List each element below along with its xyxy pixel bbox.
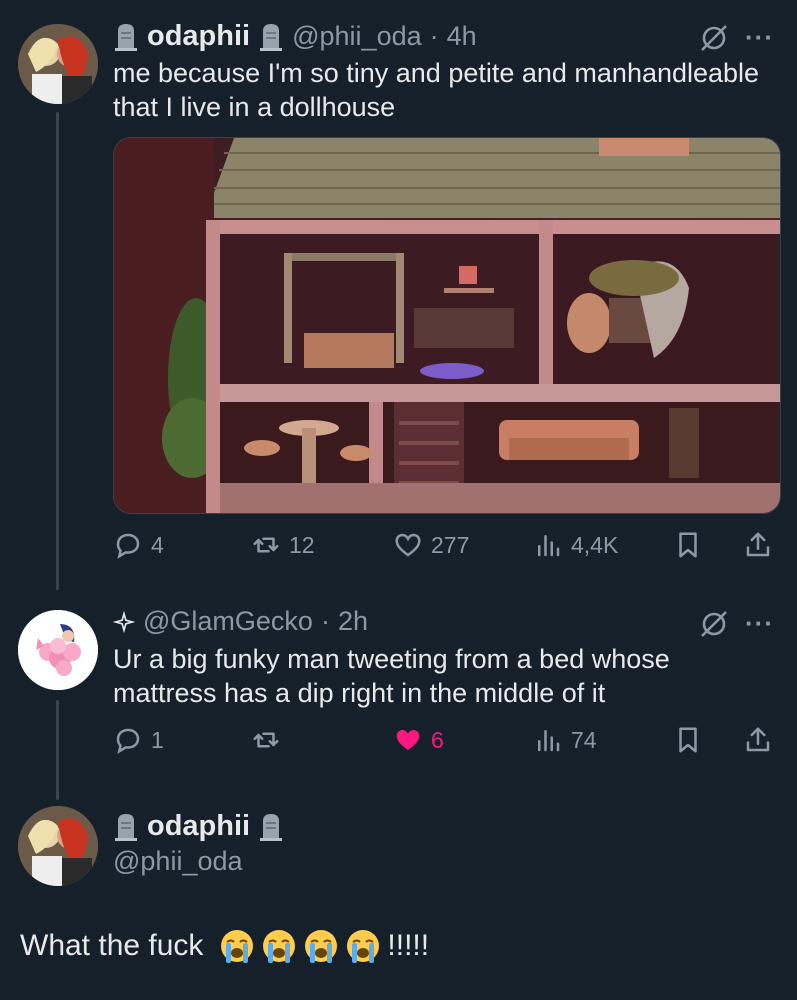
views-count: 4,4K [571, 531, 619, 558]
grok-icon[interactable] [698, 608, 730, 640]
reply-button[interactable]: 4 [113, 525, 164, 565]
share-icon [746, 532, 770, 557]
views-button[interactable]: 4,4K [533, 525, 618, 565]
tombstone-icon [115, 23, 137, 51]
avatar[interactable] [18, 610, 98, 690]
share-button[interactable] [743, 720, 773, 760]
timestamp[interactable]: 4h [447, 21, 477, 52]
separator: · [320, 606, 330, 636]
display-name[interactable]: odaphii [147, 20, 250, 53]
repost-icon [253, 732, 279, 748]
tombstone-icon [115, 813, 137, 841]
separator: · [429, 21, 439, 51]
dollhouse-image [114, 138, 780, 513]
loudly-crying-face-emoji [347, 930, 380, 963]
tweet-media[interactable] [113, 137, 781, 514]
handle[interactable]: @phii_oda [113, 846, 243, 877]
thread-line [56, 700, 59, 800]
views-icon [538, 535, 560, 557]
repost-button[interactable] [251, 720, 289, 760]
tombstone-icon [260, 23, 283, 51]
share-button[interactable] [743, 525, 773, 565]
tweet-text-line: Ur a big funky man tweeting from a bed w… [113, 644, 670, 674]
reply-button[interactable]: 1 [113, 720, 164, 760]
like-button[interactable]: 277 [393, 525, 469, 565]
tweet-text-body: What the fuck [20, 929, 204, 962]
reply-icon [116, 533, 140, 559]
bookmark-button[interactable] [673, 720, 703, 760]
display-name[interactable]: odaphii [147, 810, 250, 843]
like-button[interactable]: 6 [393, 720, 444, 760]
reply-count: 4 [151, 531, 164, 558]
tweet-text-line: me because I'm so tiny and petite and ma… [113, 58, 760, 88]
tweet-header: odaphii @phii_oda · 4h [113, 20, 477, 53]
avatar-image [18, 24, 98, 104]
heart-icon [396, 730, 420, 750]
tombstone-icon [260, 813, 283, 841]
bookmark-icon [679, 727, 697, 753]
sparkle-icon [113, 610, 135, 633]
tweet-header: odaphii [113, 810, 284, 843]
tweet-text-line: mattress has a dip right in the middle o… [113, 678, 606, 708]
tweet-text-suffix: !!!!! [387, 929, 430, 962]
tweet-text: What the fuck !!!!! [20, 928, 429, 964]
heart-icon [395, 533, 421, 557]
loudly-crying-face-emoji [221, 930, 254, 963]
avatar-image [18, 806, 98, 886]
loudly-crying-face-emoji [305, 930, 338, 963]
tweet-text-line: that I live in a dollhouse [113, 92, 396, 122]
tweet-text: me because I'm so tiny and petite and ma… [113, 56, 759, 124]
bookmark-icon [679, 532, 697, 558]
views-button[interactable]: 74 [533, 720, 597, 760]
repost-button[interactable]: 12 [251, 525, 315, 565]
handle-row: @phii_oda [113, 846, 243, 877]
loudly-crying-face-emoji [263, 930, 296, 963]
more-icon[interactable]: ··· [745, 22, 774, 53]
views-icon [538, 730, 560, 752]
like-count: 277 [431, 531, 470, 558]
repost-icon [253, 537, 279, 553]
tweet-header: @GlamGecko · 2h [113, 606, 368, 637]
views-count: 74 [571, 726, 597, 753]
tweet-actions: 4 12 277 4,4K [113, 525, 777, 565]
reply-icon [116, 728, 140, 754]
grok-icon[interactable] [698, 22, 730, 54]
avatar[interactable] [18, 24, 98, 104]
tweet-actions: 1 6 74 [113, 720, 777, 760]
reply-count: 1 [151, 726, 164, 753]
more-icon[interactable]: ··· [745, 608, 774, 639]
like-count: 6 [431, 726, 444, 753]
handle[interactable]: @phii_oda [292, 21, 422, 52]
tweet-text: Ur a big funky man tweeting from a bed w… [113, 642, 670, 710]
repost-count: 12 [289, 531, 315, 558]
bookmark-button[interactable] [673, 525, 703, 565]
avatar[interactable] [18, 806, 98, 886]
timestamp[interactable]: 2h [338, 606, 368, 637]
handle[interactable]: @GlamGecko [143, 606, 313, 637]
avatar-image [18, 610, 98, 690]
thread-line [56, 112, 59, 590]
share-icon [746, 727, 770, 752]
